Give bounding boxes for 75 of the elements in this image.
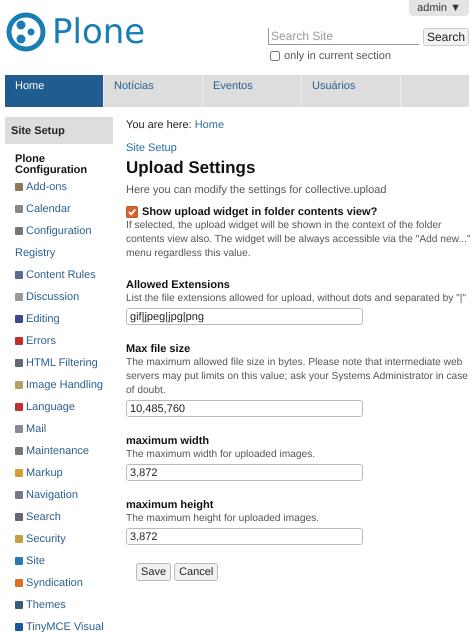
control-panel-icon bbox=[15, 315, 23, 323]
page-description: Here you can modify the settings for collective.upload bbox=[126, 184, 388, 196]
help-text: The maximum height for uploaded images. bbox=[126, 512, 320, 526]
sidebar-link[interactable]: Errors bbox=[5, 330, 113, 352]
sidebar-link[interactable]: Search bbox=[5, 506, 113, 528]
sidebar-link[interactable]: Calendar bbox=[5, 198, 113, 220]
form-button[interactable]: Cancel bbox=[174, 563, 218, 581]
field-label: Allowed Extensions bbox=[126, 279, 231, 291]
control-panel-icon bbox=[15, 337, 23, 345]
checkbox[interactable] bbox=[126, 206, 138, 218]
field-label: Max file size bbox=[126, 343, 192, 355]
control-panel-icon bbox=[15, 293, 23, 301]
sidebar-link[interactable]: HTML Filtering bbox=[5, 352, 113, 374]
control-panel-icon bbox=[15, 535, 23, 543]
help-text: The maximum width for uploaded images. bbox=[126, 448, 316, 462]
sidebar-link[interactable]: Site bbox=[5, 550, 113, 572]
nav-tab[interactable]: Home bbox=[5, 75, 104, 107]
control-panel-icon bbox=[15, 227, 23, 235]
sidebar-link[interactable]: Maintenance bbox=[5, 440, 113, 462]
control-panel-icon bbox=[15, 513, 23, 521]
sidebar-link[interactable]: Navigation bbox=[5, 484, 113, 506]
nav-tab[interactable]: Eventos bbox=[203, 75, 302, 107]
control-panel-icon bbox=[15, 183, 23, 191]
sidebar-link[interactable]: Mail bbox=[5, 418, 113, 440]
section-heading: Plone Configuration bbox=[14, 152, 88, 176]
control-panel-icon bbox=[15, 271, 23, 279]
plone-logo-icon bbox=[6, 12, 46, 52]
text-field[interactable]: 3,872 bbox=[126, 464, 363, 481]
sidebar-link[interactable]: Content Rules bbox=[5, 264, 113, 286]
field-label: maximum height bbox=[126, 499, 214, 511]
sidebar-link[interactable]: Themes bbox=[5, 594, 113, 616]
user-menu-button[interactable]: admin ▼ bbox=[409, 0, 469, 16]
sidebar-link[interactable]: Language bbox=[5, 396, 113, 418]
page-title: Upload Settings bbox=[126, 158, 256, 178]
checkbox-label: only in current section bbox=[284, 50, 391, 62]
sidebar-link[interactable]: Discussion bbox=[5, 286, 113, 308]
sidebar-link[interactable]: Markup bbox=[5, 462, 113, 484]
control-panel-icon bbox=[15, 425, 23, 433]
breadcrumb-label: You are here: bbox=[126, 119, 192, 131]
control-panel-icon bbox=[15, 491, 23, 499]
control-panel-icon bbox=[15, 557, 23, 565]
control-panel-icon bbox=[15, 623, 23, 631]
control-panel-icon bbox=[15, 403, 23, 411]
site-setup-link[interactable]: Site Setup bbox=[126, 142, 472, 154]
logo-text: Plone bbox=[52, 12, 146, 52]
nav-tab[interactable]: Notícias bbox=[104, 75, 203, 107]
control-panel-icon bbox=[15, 579, 23, 587]
help-text: List the file extensions allowed for upload, without dots and separated by "|" bbox=[126, 292, 468, 306]
sidebar-link[interactable]: Configuration Registry bbox=[5, 220, 113, 264]
sidebar-link[interactable]: Add-ons bbox=[5, 176, 113, 198]
text-field[interactable]: 10,485,760 bbox=[126, 400, 363, 417]
control-panel-icon bbox=[15, 469, 23, 477]
help-text: If selected, the upload widget will be shown in the context of the folder contents view also. The widget will be always accessible via the "Add new..." menu regardless this value. bbox=[126, 219, 472, 261]
search-field[interactable]: Search Site bbox=[268, 28, 419, 45]
sidebar-link[interactable]: Image Handling bbox=[5, 374, 113, 396]
section-checkbox[interactable] bbox=[270, 51, 280, 61]
sidebar-link[interactable]: Syndication bbox=[5, 572, 113, 594]
nav-tab[interactable]: Usuários bbox=[302, 75, 401, 107]
sidebar-link[interactable]: Editing bbox=[5, 308, 113, 330]
field-label: Show upload widget in folder contents view? bbox=[142, 206, 378, 218]
form-button[interactable]: Save bbox=[136, 563, 172, 581]
text-field[interactable]: gif|jpeg|jpg|png bbox=[126, 308, 363, 325]
help-text: The maximum allowed file size in bytes. Please note that intermediate web servers may put limits on this value; ask your Systems Administrator in case of doubt. bbox=[126, 356, 469, 398]
control-panel-icon bbox=[15, 381, 23, 389]
control-panel-icon bbox=[15, 205, 23, 213]
text-field[interactable]: 3,872 bbox=[126, 528, 363, 545]
control-panel-icon bbox=[15, 359, 23, 367]
breadcrumb-link[interactable]: Home bbox=[194, 119, 224, 131]
sidebar-link[interactable]: Security bbox=[5, 528, 113, 550]
portlet-header: Site Setup bbox=[5, 117, 113, 144]
control-panel-icon bbox=[15, 601, 23, 609]
control-panel-icon bbox=[15, 447, 23, 455]
field-label: maximum width bbox=[126, 435, 210, 447]
search-button[interactable]: Search bbox=[422, 28, 469, 46]
sidebar-link[interactable]: TinyMCE Visual bbox=[5, 616, 113, 632]
